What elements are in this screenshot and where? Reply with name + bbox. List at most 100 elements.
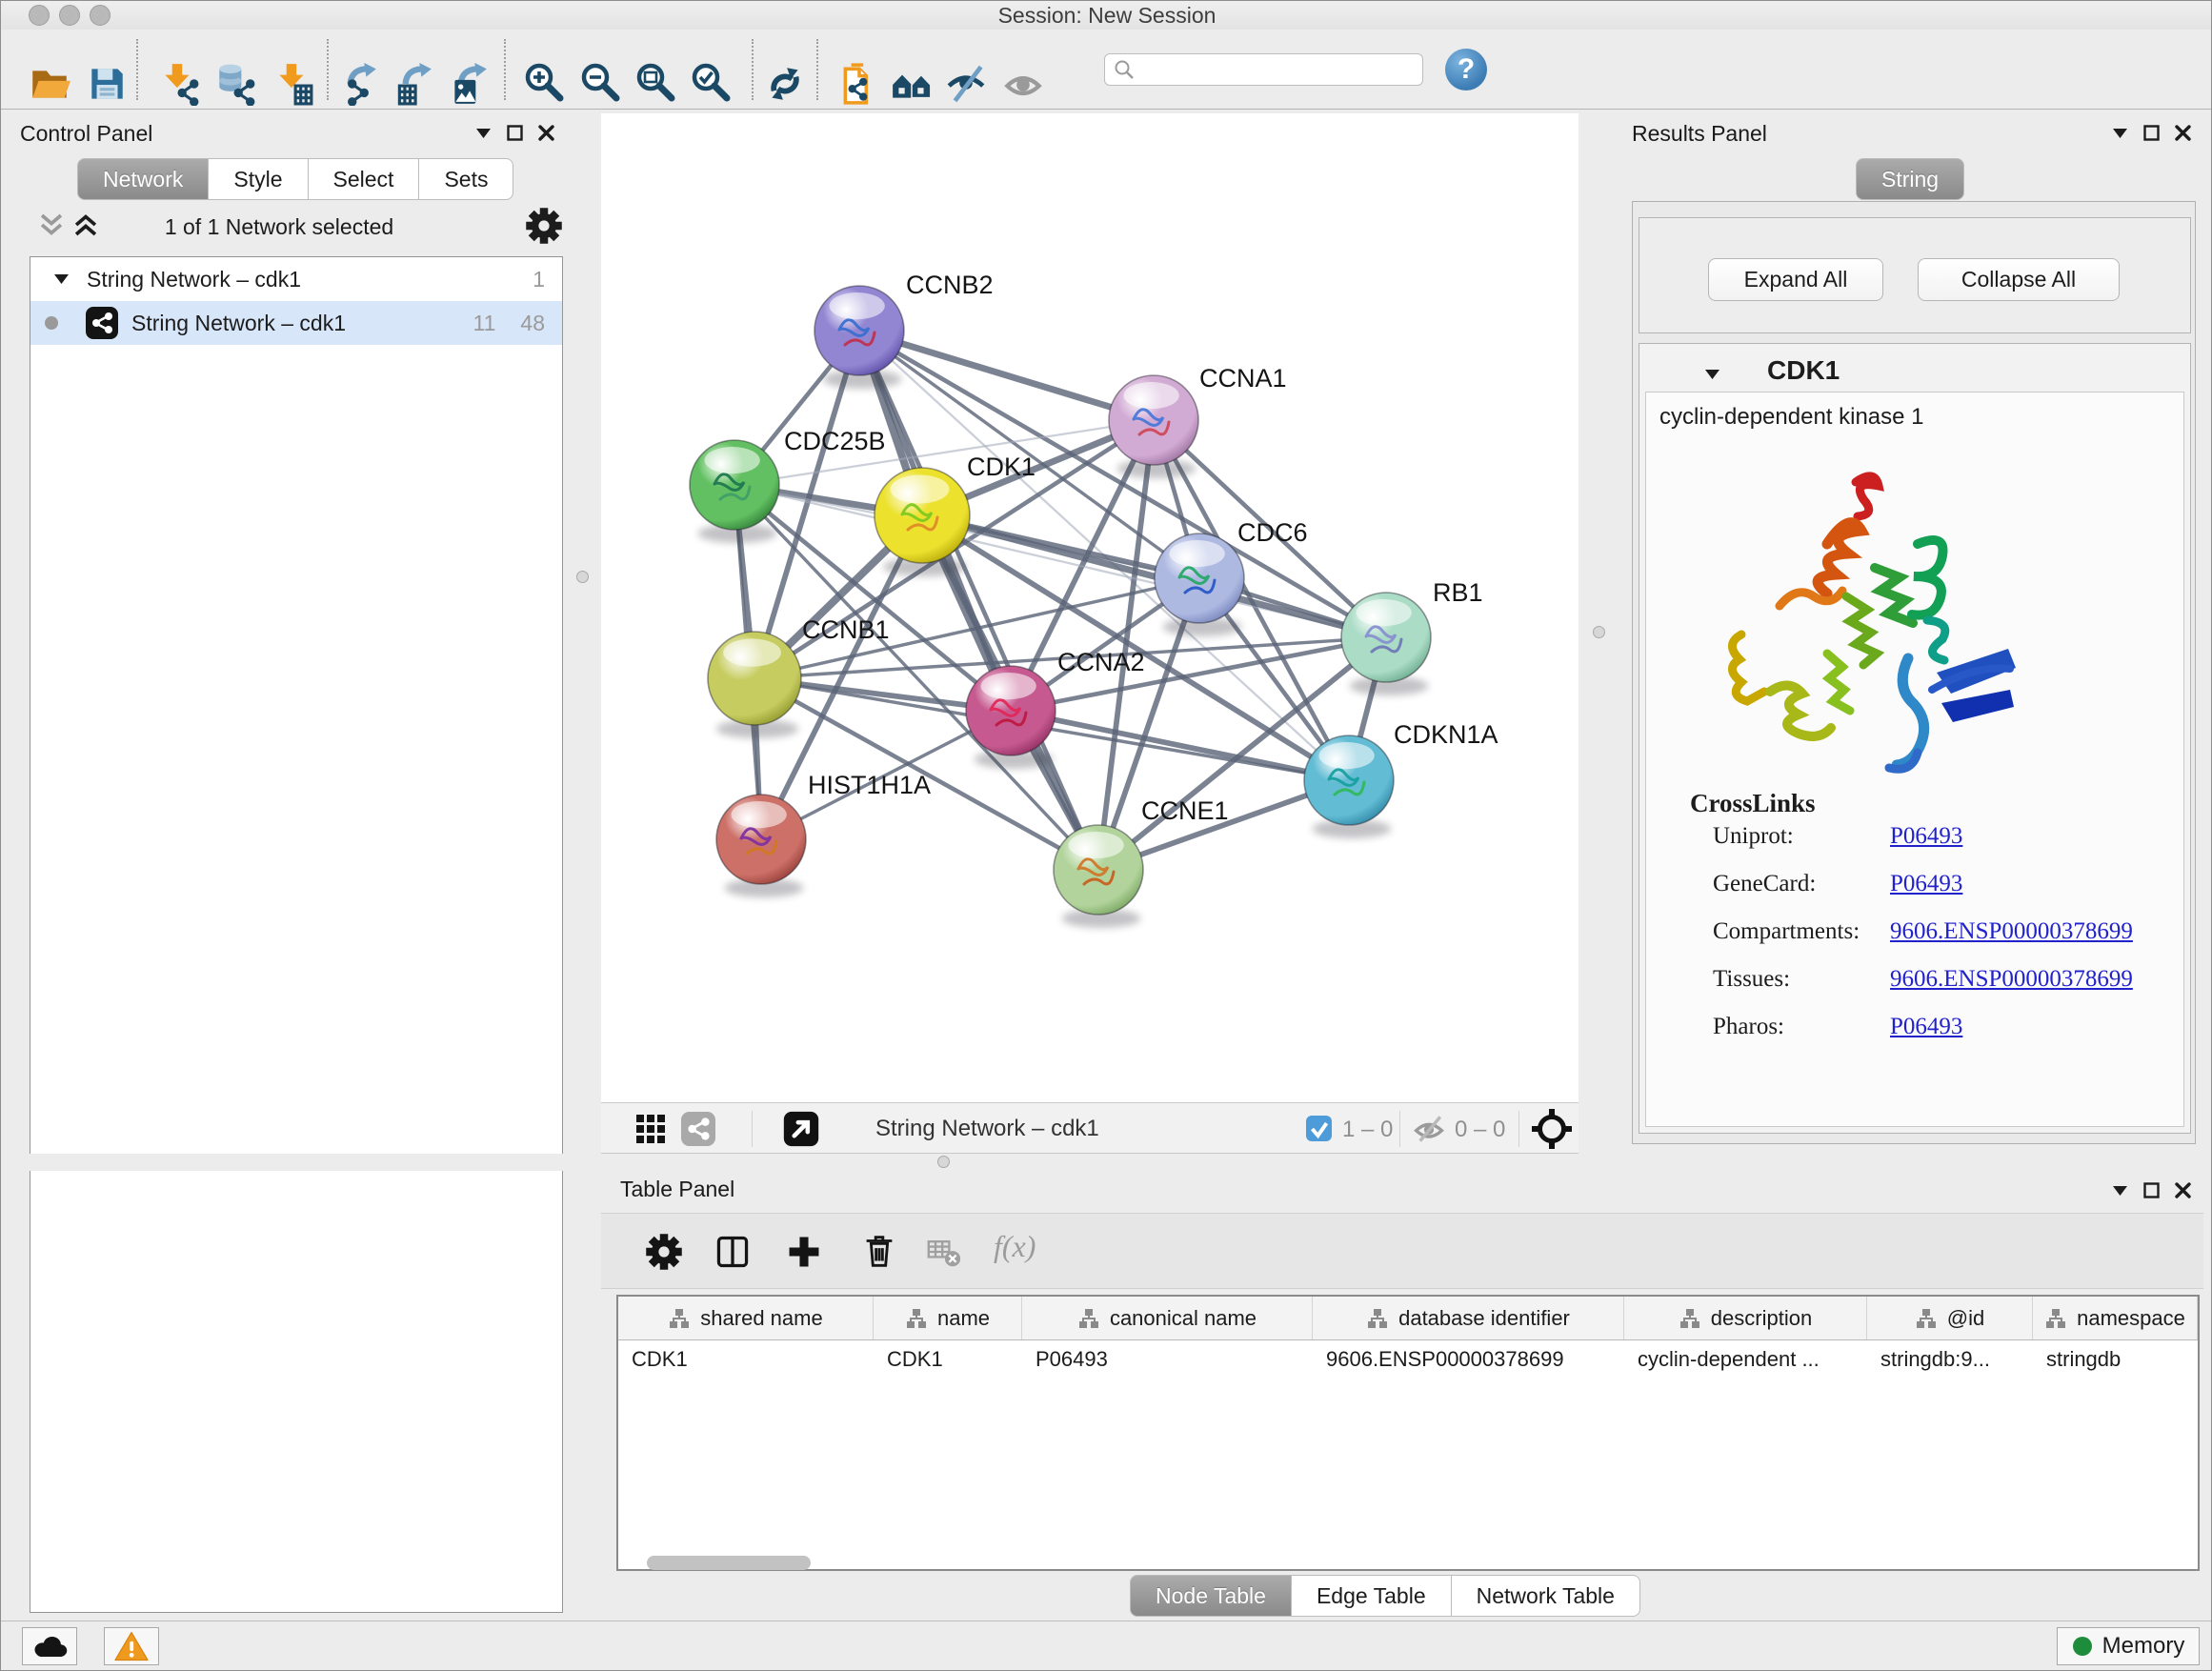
fit-selected-crosshair-icon[interactable]	[1531, 1108, 1573, 1150]
refresh-layout-icon[interactable]	[763, 62, 807, 106]
collapse-all-button[interactable]: Collapse All	[1918, 258, 2120, 301]
network-status-dot-icon	[44, 315, 59, 331]
create-column-icon[interactable]	[785, 1233, 823, 1271]
toolbar-separator	[816, 39, 818, 100]
crosslink-value-link[interactable]: P06493	[1890, 823, 1962, 850]
search-input[interactable]	[1136, 57, 1402, 82]
import-database-icon[interactable]	[212, 62, 256, 106]
collection-disclosure-icon[interactable]	[53, 273, 70, 285]
panel-float-icon[interactable]	[2143, 1182, 2160, 1198]
export-image-icon[interactable]	[447, 62, 491, 106]
import-network-icon[interactable]	[156, 62, 200, 106]
column-header-canonical-name[interactable]: canonical name	[1022, 1297, 1313, 1339]
column-header-name[interactable]: name	[874, 1297, 1022, 1339]
panel-close-icon[interactable]	[538, 125, 554, 141]
collapse-all-networks-icon[interactable]	[35, 212, 68, 237]
gene-description: cyclin-dependent kinase 1	[1659, 404, 1924, 431]
hide-selected-icon[interactable]	[944, 62, 988, 106]
network-share-icon[interactable]	[681, 1112, 715, 1146]
column-header-namespace[interactable]: namespace	[2033, 1297, 2198, 1339]
column-header-shared-name[interactable]: shared name	[618, 1297, 874, 1339]
crosslink-value-link[interactable]: P06493	[1890, 1014, 1962, 1040]
zoom-in-icon[interactable]	[523, 62, 567, 106]
zoom-out-icon[interactable]	[579, 62, 623, 106]
gene-disclosure-icon[interactable]	[1704, 369, 1720, 380]
export-table-icon[interactable]	[392, 62, 435, 106]
panel-close-icon[interactable]	[2175, 1182, 2191, 1198]
crosslink-value-link[interactable]: 9606.ENSP00000378699	[1890, 918, 2133, 945]
expand-all-networks-icon[interactable]	[70, 212, 102, 237]
tab-string[interactable]: String	[1856, 158, 1964, 200]
expand-all-button[interactable]: Expand All	[1708, 258, 1883, 301]
table-options-gear-icon[interactable]	[645, 1233, 683, 1271]
table-toolbar: f(x)	[601, 1213, 2203, 1289]
horizontal-splitter[interactable]	[1, 1154, 2212, 1171]
network-row-selected[interactable]: String Network – cdk1 11 48	[30, 301, 562, 345]
tab-network-table[interactable]: Network Table	[1452, 1575, 1640, 1617]
node-CCNB1[interactable]	[708, 632, 801, 738]
node-RB1[interactable]	[1341, 593, 1431, 695]
open-file-icon[interactable]	[28, 62, 71, 106]
panel-menu-icon[interactable]	[2112, 1185, 2128, 1197]
delete-table-icon[interactable]	[925, 1235, 963, 1269]
node-CCNB2[interactable]	[814, 286, 904, 389]
selected-count-checkbox-icon[interactable]	[1306, 1116, 1332, 1141]
panel-float-icon[interactable]	[507, 125, 523, 141]
node-CCNA1[interactable]	[1109, 375, 1198, 478]
tab-select[interactable]: Select	[309, 158, 420, 200]
share-document-icon[interactable]	[837, 62, 881, 106]
crosslink-value-link[interactable]: 9606.ENSP00000378699	[1890, 966, 2133, 993]
node-label-CCNB2: CCNB2	[906, 271, 994, 299]
right-splitter[interactable]	[1579, 113, 1620, 1154]
function-builder-button[interactable]: f(x)	[994, 1229, 1036, 1264]
node-HIST1H1A[interactable]	[716, 795, 806, 897]
protein-structure-image	[1713, 453, 2037, 796]
open-homes-icon[interactable]	[890, 62, 934, 106]
edge-CCNA2-CDKN1A[interactable]	[1011, 711, 1349, 780]
node-CDKN1A[interactable]	[1304, 735, 1394, 838]
panel-menu-icon[interactable]	[475, 128, 492, 139]
tab-node-table[interactable]: Node Table	[1130, 1575, 1292, 1617]
export-network-icon[interactable]	[336, 62, 380, 106]
table-row[interactable]: CDK1CDK1P064939606.ENSP00000378699cyclin…	[618, 1340, 2198, 1379]
zoom-fit-icon[interactable]	[634, 62, 678, 106]
crosslinks-list: Uniprot:P06493GeneCard:P06493Compartment…	[1713, 823, 2170, 1061]
node-label-CCNA1: CCNA1	[1199, 364, 1287, 393]
column-header-@id[interactable]: @id	[1867, 1297, 2033, 1339]
network-options-gear-icon[interactable]	[525, 207, 563, 245]
left-splitter[interactable]	[565, 113, 601, 1154]
column-header-database-identifier[interactable]: database identifier	[1313, 1297, 1624, 1339]
network-canvas[interactable]: CCNB2CCNA1CDC25BCDK1CDC6RB1CCNB1CCNA2CDK…	[601, 113, 1579, 1102]
panel-float-icon[interactable]	[2143, 125, 2160, 141]
node-CCNE1[interactable]	[1054, 825, 1143, 928]
edge-CCNB2-CCNA1[interactable]	[859, 331, 1154, 420]
grid-mode-icon[interactable]	[633, 1112, 668, 1146]
network-collection-row[interactable]: String Network – cdk1 1	[30, 257, 562, 301]
show-columns-icon[interactable]	[714, 1233, 752, 1271]
column-header-description[interactable]: description	[1624, 1297, 1867, 1339]
help-button[interactable]: ?	[1445, 49, 1487, 91]
node-CDK1[interactable]	[875, 468, 970, 576]
warnings-button[interactable]	[104, 1627, 159, 1665]
show-selected-icon[interactable]	[1001, 62, 1045, 106]
save-session-icon[interactable]	[85, 62, 129, 106]
birds-eye-view-icon[interactable]	[782, 1110, 820, 1148]
tab-sets[interactable]: Sets	[419, 158, 513, 200]
cloud-status-button[interactable]	[22, 1627, 77, 1665]
crosslink-value-link[interactable]: P06493	[1890, 871, 1962, 897]
current-network-title: String Network – cdk1	[875, 1116, 1099, 1142]
panel-close-icon[interactable]	[2175, 125, 2191, 141]
import-table-icon[interactable]	[271, 62, 314, 106]
tab-edge-table[interactable]: Edge Table	[1292, 1575, 1452, 1617]
memory-button[interactable]: Memory	[2057, 1627, 2200, 1665]
panel-menu-icon[interactable]	[2112, 128, 2128, 139]
node-CDC25B[interactable]	[690, 440, 779, 543]
control-panel-title: Control Panel	[20, 121, 152, 147]
node-CDC6[interactable]	[1155, 534, 1244, 636]
zoom-selected-icon[interactable]	[690, 62, 734, 106]
horizontal-scrollbar-thumb[interactable]	[647, 1556, 811, 1570]
delete-column-icon[interactable]	[859, 1231, 899, 1271]
tab-style[interactable]: Style	[209, 158, 308, 200]
node-CCNA2[interactable]	[966, 666, 1056, 769]
tab-network[interactable]: Network	[77, 158, 209, 200]
